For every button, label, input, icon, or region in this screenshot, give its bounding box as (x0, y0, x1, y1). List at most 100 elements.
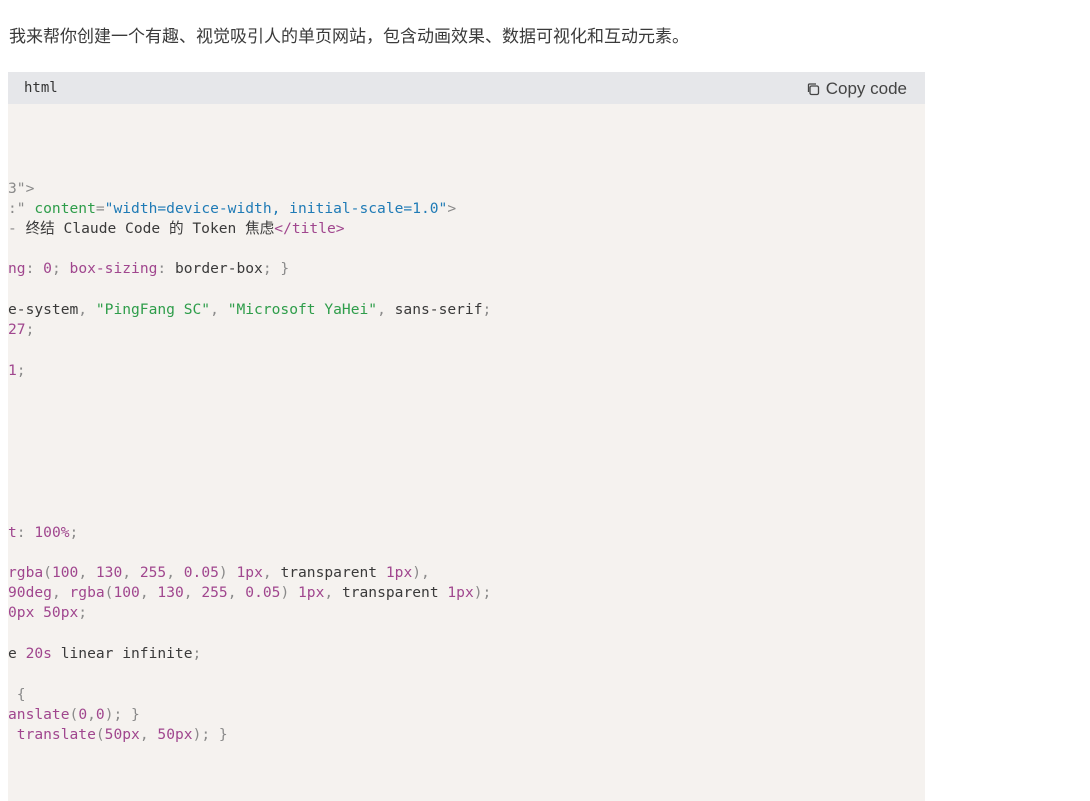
code-token: 100 (51, 564, 79, 581)
code-token: ; (192, 645, 202, 662)
code-token: 100 (113, 584, 140, 601)
code-token: anslate (8, 706, 70, 723)
code-token: , (210, 301, 228, 318)
code-token: 50px (104, 726, 140, 743)
code-token: ( (69, 706, 79, 723)
code-token: 1px (447, 584, 474, 601)
code-token: 0.05 (245, 584, 281, 601)
code-token: , (122, 564, 140, 581)
code-token: ; (482, 301, 492, 318)
code-token: ; (16, 362, 26, 379)
code-token: : (25, 260, 44, 277)
code-token: translate (8, 726, 96, 743)
code-token: 20s (25, 645, 52, 662)
code-token: 100% (34, 524, 70, 541)
code-line: - 终结 Claude Code 的 Token 焦虑</title> (8, 219, 345, 239)
code-token: : (157, 260, 175, 277)
code-line: t: 100%; (8, 523, 78, 543)
code-token: "width=device-width, initial-scale=1.0" (104, 200, 448, 217)
code-token: 130 (157, 584, 184, 601)
code-token: 255 (201, 584, 228, 601)
code-line: e 20s linear infinite; (8, 644, 201, 664)
code-line: 90deg, rgba(100, 130, 255, 0.05) 1px, tr… (8, 583, 491, 603)
code-token: 50px (157, 726, 193, 743)
code-line: translate(50px, 50px); } (8, 725, 228, 745)
code-token: , (51, 584, 70, 601)
code-token: sans-serif (394, 301, 483, 318)
code-token: - (8, 220, 26, 237)
code-token: , (78, 564, 96, 581)
code-token: , (166, 564, 184, 581)
code-language-label: html (24, 80, 58, 96)
code-line: :" content="width=device-width, initial-… (8, 199, 456, 219)
code-token: ; (78, 604, 88, 621)
code-token: ng (8, 260, 26, 277)
code-token: ); } (104, 706, 140, 723)
code-token: , (227, 584, 246, 601)
code-token: = (95, 200, 105, 217)
code-token: </title> (274, 220, 345, 237)
code-token: ( (43, 564, 52, 581)
code-line: { (8, 685, 26, 705)
code-token: border-box (174, 260, 263, 277)
code-token: e-system (8, 301, 79, 318)
code-token: 1px (298, 584, 325, 601)
copy-code-label: Copy code (825, 79, 907, 98)
code-token: , (87, 706, 96, 723)
code-token: 255 (139, 564, 167, 581)
code-token: , (324, 584, 342, 601)
code-block: html Copy code 3"> :" content="width=devi… (8, 72, 925, 801)
code-line: 1; (8, 361, 26, 381)
code-token: rgba (69, 584, 105, 601)
code-token: 0 (95, 706, 105, 723)
code-token: "Microsoft YaHei" (227, 301, 378, 318)
code-token: ) (280, 584, 299, 601)
code-token: , (78, 301, 96, 318)
code-token: 90deg (8, 584, 52, 601)
copy-code-button[interactable]: Copy code (806, 78, 907, 100)
code-token: ( (95, 726, 105, 743)
code-token: 1px (236, 564, 263, 581)
code-line: 0px 50px; (8, 603, 87, 623)
code-token: :" (8, 200, 35, 217)
code-token: 1px (385, 564, 413, 581)
code-token: > (447, 200, 457, 217)
code-token: { (8, 686, 26, 703)
code-token: rgba (8, 564, 44, 581)
code-token: 3"> (8, 180, 35, 197)
code-token: transparent (341, 584, 448, 601)
code-token: ; (25, 321, 35, 338)
code-token: , (377, 301, 395, 318)
code-token: ; } (262, 260, 290, 277)
code-token: e (8, 645, 26, 662)
code-token: 27 (8, 321, 26, 338)
code-token: ); (473, 584, 492, 601)
code-token: 终结 Claude Code 的 Token 焦虑 (25, 220, 275, 237)
code-token: ); } (192, 726, 228, 743)
code-token: ) (218, 564, 237, 581)
code-token: , (139, 584, 158, 601)
code-line: rgba(100, 130, 255, 0.05) 1px, transpare… (8, 563, 430, 583)
code-token: , (183, 584, 202, 601)
code-token: 1 (8, 362, 17, 379)
code-block-header: html Copy code (8, 72, 925, 104)
code-token: : (16, 524, 35, 541)
assistant-intro-text: 我来帮你创建一个有趣、视觉吸引人的单页网站，包含动画效果、数据可视化和互动元素。 (9, 27, 689, 47)
code-token: t (8, 524, 17, 541)
code-line: 3"> (8, 179, 34, 199)
code-line: anslate(0,0); } (8, 705, 140, 725)
code-token: 130 (95, 564, 123, 581)
code-token: 0.05 (183, 564, 219, 581)
code-token: ; (51, 260, 70, 277)
code-token: , (139, 726, 158, 743)
code-token: 0 (43, 260, 52, 277)
code-token: box-sizing (69, 260, 158, 277)
code-token: 0px 50px (8, 604, 79, 621)
code-token: linear infinite (51, 645, 193, 662)
code-token: "PingFang SC" (95, 301, 211, 318)
copy-icon (807, 83, 819, 96)
code-token: ), (412, 564, 430, 581)
code-token: 0 (78, 706, 88, 723)
code-line: e-system, "PingFang SC", "Microsoft YaHe… (8, 300, 491, 320)
code-token: ; (69, 524, 79, 541)
